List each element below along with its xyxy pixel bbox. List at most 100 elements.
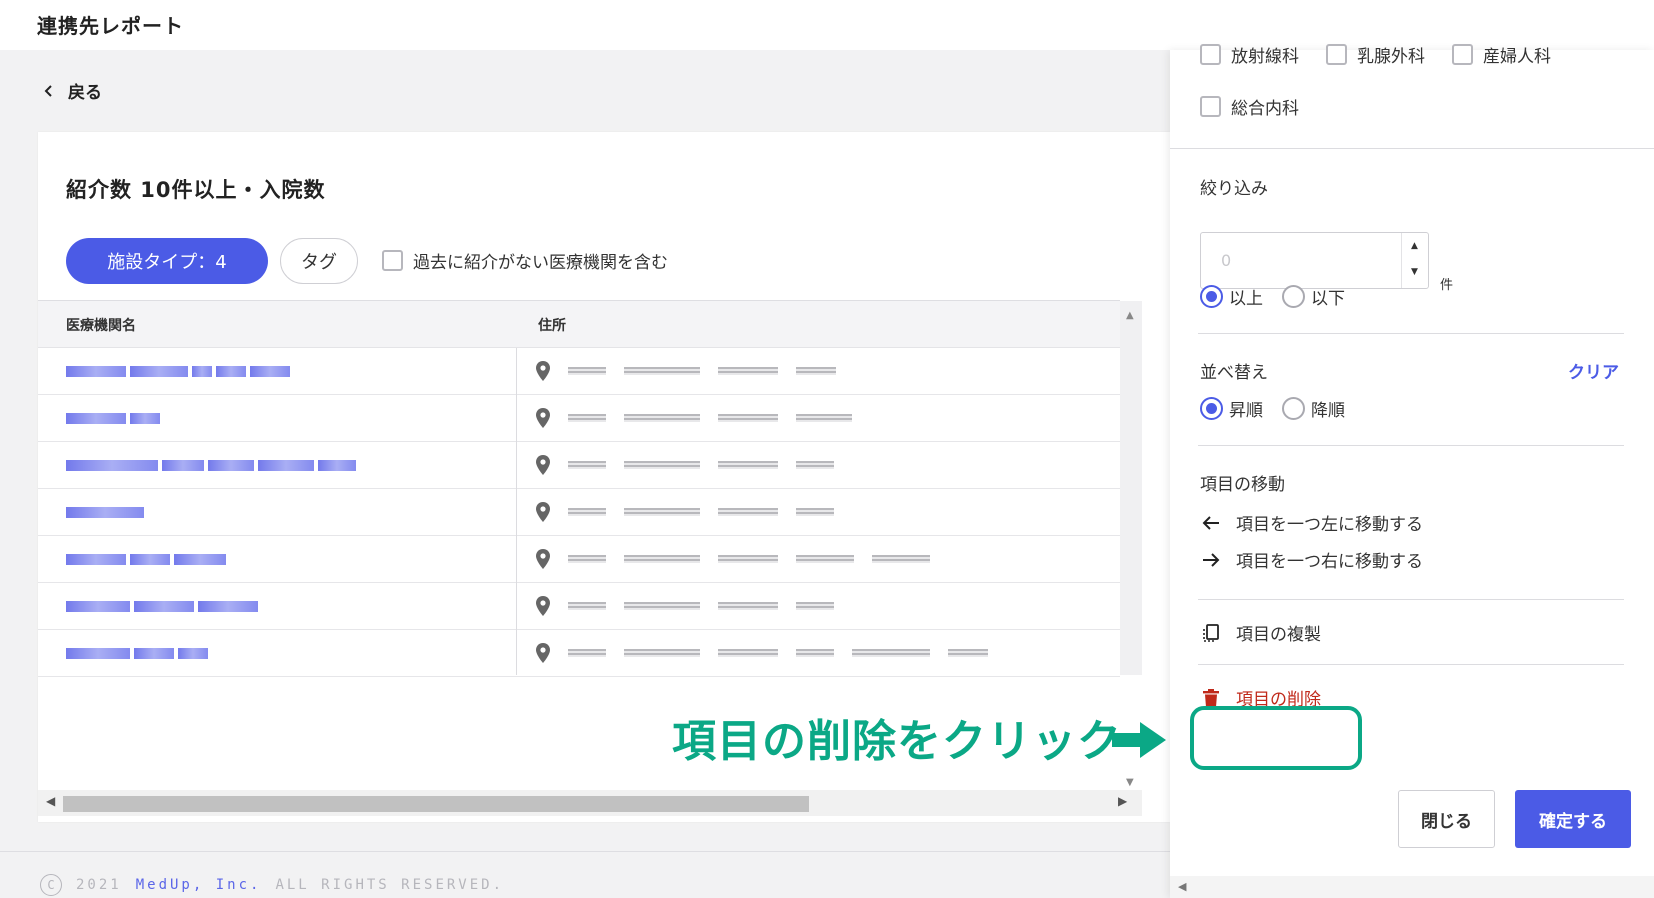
filter-below-radio[interactable]: 以下 (1282, 284, 1345, 309)
scroll-down-arrow-icon[interactable]: ▼ (1126, 777, 1134, 788)
filter-count-input[interactable]: 0 ▲ ▼ (1200, 232, 1429, 289)
filter-above-label: 以上 (1229, 289, 1263, 309)
department-checkbox[interactable]: 放射線科 (1200, 42, 1299, 67)
back-label: 戻る (68, 83, 102, 103)
redacted-address (624, 414, 700, 422)
redacted-name[interactable] (66, 459, 356, 472)
radio-button[interactable] (1282, 285, 1305, 308)
scroll-left-arrow-icon[interactable]: ◀ (1178, 880, 1186, 893)
filter-unit: 件 (1440, 278, 1454, 293)
redacted-address (796, 367, 836, 375)
sort-label: 並べ替え (1200, 363, 1268, 383)
footer-year: 2021 (76, 877, 122, 893)
redacted-address (568, 602, 606, 610)
redacted-name[interactable] (66, 412, 160, 425)
redacted-name[interactable] (66, 553, 226, 566)
redacted-address (796, 649, 834, 657)
column-header-name[interactable]: 医療機関名 (66, 315, 136, 335)
redacted-address (568, 367, 606, 375)
filter-count-value: 0 (1221, 251, 1232, 270)
redacted-address (718, 414, 778, 422)
move-right-action[interactable]: 項目を一つ右に移動する (1200, 547, 1423, 572)
footer-company: MedUp, Inc. (135, 877, 262, 893)
copy-icon (1203, 623, 1219, 642)
redacted-address (718, 649, 778, 657)
caret-up-icon[interactable]: ▲ (1411, 241, 1418, 251)
department-label: 放射線科 (1231, 47, 1299, 67)
redacted-address (624, 555, 700, 563)
move-right-label: 項目を一つ右に移動する (1236, 552, 1423, 572)
scroll-up-arrow-icon[interactable]: ▲ (1126, 310, 1134, 321)
address-cell (536, 361, 836, 381)
location-pin-icon (536, 643, 550, 663)
move-left-label: 項目を一つ左に移動する (1236, 515, 1423, 535)
panel-divider (1198, 599, 1624, 600)
radio-button[interactable] (1200, 285, 1223, 308)
redacted-address (568, 508, 606, 516)
checkbox-box[interactable] (1452, 44, 1473, 65)
facility-type-chip[interactable]: 施設タイプ：4 (66, 238, 268, 284)
department-checkbox[interactable]: 総合内科 (1200, 94, 1299, 119)
scroll-right-arrow-icon[interactable]: ▶ (1118, 794, 1127, 808)
radio-button[interactable] (1282, 397, 1305, 420)
redacted-address (624, 602, 700, 610)
horizontal-scrollbar[interactable]: ◀ ▶ (38, 790, 1142, 816)
confirm-button[interactable]: 確定する (1515, 790, 1631, 848)
include-past-checkbox[interactable]: 過去に紹介がない医療機関を含む (382, 248, 668, 273)
duplicate-label: 項目の複製 (1236, 625, 1321, 645)
sort-desc-radio[interactable]: 降順 (1282, 396, 1345, 421)
arrow-left-icon (1202, 515, 1219, 530)
table-row[interactable] (38, 348, 1120, 395)
redacted-address (718, 602, 778, 610)
include-past-label: 過去に紹介がない医療機関を含む (413, 253, 668, 273)
table-row[interactable] (38, 395, 1120, 442)
copyright-icon: C (40, 874, 62, 896)
redacted-name[interactable] (66, 506, 144, 519)
table-row[interactable] (38, 442, 1120, 489)
table-row[interactable] (38, 583, 1120, 630)
duplicate-action[interactable]: 項目の複製 (1200, 620, 1321, 645)
back-link[interactable]: 戻る (42, 78, 102, 103)
department-checkbox[interactable]: 乳腺外科 (1326, 42, 1425, 67)
filter-label: 絞り込み (1200, 179, 1268, 199)
location-pin-icon (536, 502, 550, 522)
radio-button[interactable] (1200, 397, 1223, 420)
redacted-name[interactable] (66, 647, 208, 660)
redacted-address (568, 414, 606, 422)
redacted-name[interactable] (66, 600, 258, 613)
checkbox-box[interactable] (1200, 96, 1221, 117)
tag-chip[interactable]: タグ (280, 238, 358, 284)
department-checkbox[interactable]: 産婦人科 (1452, 42, 1551, 67)
redacted-address (718, 555, 778, 563)
redacted-name[interactable] (66, 365, 290, 378)
column-header-address[interactable]: 住所 (538, 315, 566, 335)
location-pin-icon (536, 361, 550, 381)
vertical-scrollbar[interactable] (1120, 301, 1142, 675)
filter-above-radio[interactable]: 以上 (1200, 284, 1263, 309)
checkbox-box[interactable] (382, 250, 403, 271)
checkbox-box[interactable] (1200, 44, 1221, 65)
move-left-action[interactable]: 項目を一つ左に移動する (1200, 510, 1423, 535)
scroll-left-arrow-icon[interactable]: ◀ (46, 794, 55, 808)
panel-divider (1198, 333, 1624, 334)
redacted-address (796, 555, 854, 563)
checkbox-box[interactable] (1326, 44, 1347, 65)
address-cell (536, 408, 852, 428)
sort-clear-link[interactable]: クリア (1568, 358, 1619, 383)
address-cell (536, 596, 834, 616)
table-row[interactable] (38, 630, 1120, 677)
table-row[interactable] (38, 489, 1120, 536)
close-button[interactable]: 閉じる (1398, 790, 1495, 848)
caret-down-icon[interactable]: ▼ (1411, 267, 1418, 277)
redacted-address (624, 649, 700, 657)
move-label: 項目の移動 (1200, 475, 1285, 495)
redacted-address (568, 649, 606, 657)
sort-asc-radio[interactable]: 昇順 (1200, 396, 1263, 421)
number-stepper[interactable]: ▲ ▼ (1401, 233, 1429, 288)
app-title: 連携先レポート (37, 14, 184, 38)
panel-horizontal-scrollbar[interactable]: ◀ (1170, 876, 1654, 898)
location-pin-icon (536, 455, 550, 475)
scrollbar-thumb[interactable] (63, 796, 809, 812)
table-row[interactable] (38, 536, 1120, 583)
redacted-address (796, 602, 834, 610)
